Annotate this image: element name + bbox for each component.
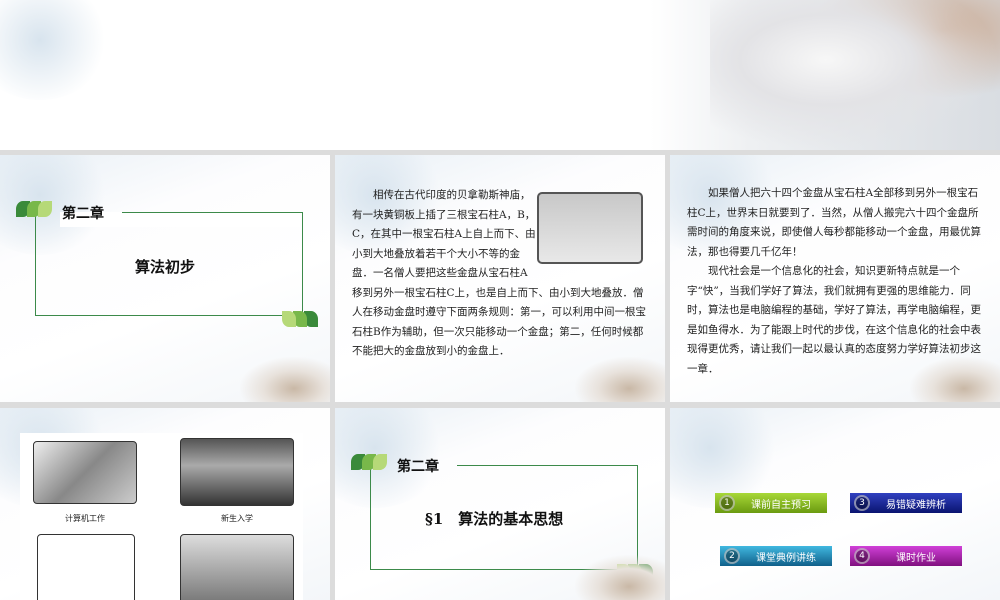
decoration-image bbox=[575, 555, 665, 600]
slide-paragraph: 相传在古代印度的贝拿勒斯神庙，有一块黄铜板上插了三根宝石柱A，B，C，在其中一根… bbox=[352, 189, 646, 357]
nav-button-3[interactable]: 3 易错疑难辨析 bbox=[850, 493, 962, 513]
caption: 新生入学 bbox=[221, 514, 253, 523]
number-badge: 1 bbox=[719, 495, 735, 511]
nav-button-1[interactable]: 1 课前自主预习 bbox=[715, 493, 827, 513]
slide-paragraph: 如果僧人把六十四个金盘从宝石柱A全部移到另外一根宝石柱C上，世界末日就要到了．当… bbox=[687, 187, 981, 258]
slide-thumbnail-6[interactable]: 1 课前自主预习 2 课堂典例讲练 3 易错疑难辨析 4 课时作业 bbox=[670, 408, 1000, 600]
flowchart-image bbox=[37, 534, 135, 600]
leaf-icon bbox=[351, 454, 387, 470]
slide-thumbnail-4[interactable]: 计算机工作 新生入学 bbox=[0, 408, 330, 600]
cups-image bbox=[710, 0, 1000, 150]
decoration-image bbox=[575, 357, 665, 402]
nav-button-4[interactable]: 4 课时作业 bbox=[850, 546, 962, 566]
button-label: 课时作业 bbox=[896, 552, 936, 564]
slide-thumbnail-1[interactable]: 第二章 算法初步 bbox=[0, 155, 330, 402]
nav-button-2[interactable]: 2 课堂典例讲练 bbox=[720, 546, 832, 566]
leaf-icon bbox=[282, 311, 318, 327]
decoration-image bbox=[910, 357, 1000, 402]
button-label: 课堂典例讲练 bbox=[756, 552, 816, 564]
computer-image bbox=[33, 441, 137, 504]
classroom-image bbox=[180, 534, 294, 600]
number-badge: 4 bbox=[854, 548, 870, 564]
slide-thumbnail-5[interactable]: 第二章 §1 算法的基本思想 bbox=[335, 408, 665, 600]
leaf-icon bbox=[16, 201, 52, 217]
section-title: §1 算法的基本思想 bbox=[425, 510, 564, 528]
slide-thumbnail-2[interactable]: 相传在古代印度的贝拿勒斯神庙，有一块黄铜板上插了三根宝石柱A，B，C，在其中一根… bbox=[335, 155, 665, 402]
slide-thumbnail-previous[interactable] bbox=[0, 0, 1000, 150]
button-label: 易错疑难辨析 bbox=[886, 499, 946, 511]
caption: 计算机工作 bbox=[65, 514, 105, 523]
number-badge: 2 bbox=[724, 548, 740, 564]
chapter-label: 第二章 bbox=[62, 206, 104, 222]
slide-thumbnail-3[interactable]: 如果僧人把六十四个金盘从宝石柱A全部移到另外一根宝石柱C上，世界末日就要到了．当… bbox=[670, 155, 1000, 402]
decoration-image bbox=[240, 357, 330, 402]
number-badge: 3 bbox=[854, 495, 870, 511]
chapter-label: 第二章 bbox=[397, 459, 439, 475]
auditorium-image bbox=[180, 438, 294, 506]
button-label: 课前自主预习 bbox=[751, 499, 811, 511]
slide-title: 算法初步 bbox=[135, 258, 196, 276]
